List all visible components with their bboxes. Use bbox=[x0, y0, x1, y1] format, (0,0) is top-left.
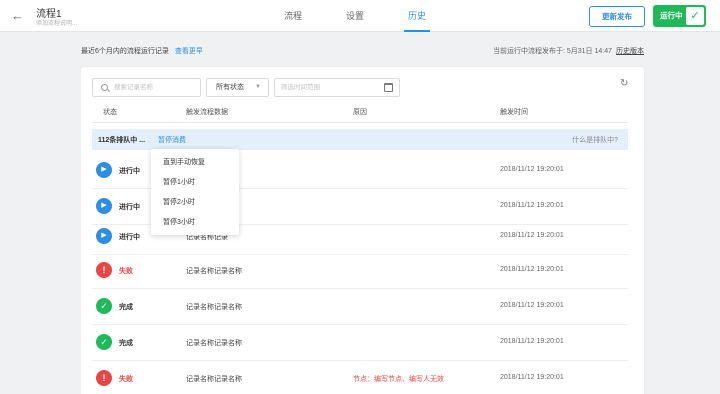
refresh-icon[interactable]: ↻ bbox=[620, 78, 628, 89]
column-header-trigger-data: 触发流程数据 bbox=[186, 109, 228, 116]
calendar-icon[interactable] bbox=[384, 83, 393, 92]
top-bar: ← 流程1 添加流程说明... 流程 设置 历史 更新发布 运行中 ✓ bbox=[0, 0, 720, 32]
trigger-data: 记录名称记录名称 bbox=[186, 376, 242, 383]
status-label: 进行中 bbox=[119, 204, 140, 211]
check-circle-icon: ✓ bbox=[96, 298, 112, 314]
tab-bar: 流程 设置 历史 bbox=[280, 0, 431, 32]
trigger-time: 2018/11/12 19:20:01 bbox=[500, 302, 564, 309]
chevron-down-icon: ▼ bbox=[255, 84, 261, 90]
records-info-text: 最近6个月内的流程运行记录 bbox=[81, 48, 169, 55]
publish-info-text: 当前运行中流程发布于: 5月31日 14:47 bbox=[492, 48, 612, 55]
date-range-picker[interactable] bbox=[274, 78, 400, 97]
table-row[interactable]: ✓ 完成 记录名称记录名称 2018/11/12 19:20:01 bbox=[92, 325, 628, 361]
records-info: 最近6个月内的流程运行记录 查看更早 bbox=[81, 46, 203, 56]
menu-item-until-manual-resume[interactable]: 直到手动恢复 bbox=[151, 153, 239, 173]
status-label: 失败 bbox=[119, 376, 133, 383]
trigger-time: 2018/11/12 19:20:01 bbox=[500, 338, 564, 345]
play-icon: ▶ bbox=[96, 228, 112, 244]
update-publish-button[interactable]: 更新发布 bbox=[589, 6, 645, 27]
check-circle-icon: ✓ bbox=[96, 334, 112, 350]
publish-info: 当前运行中流程发布于: 5月31日 14:47 历史版本 bbox=[493, 46, 644, 56]
status-label: 完成 bbox=[119, 304, 133, 311]
flow-description[interactable]: 添加流程说明... bbox=[36, 18, 77, 27]
toggle-label: 运行中 bbox=[660, 11, 683, 20]
status-label: 进行中 bbox=[119, 234, 140, 241]
warning-icon: ! bbox=[96, 370, 112, 386]
date-range-input[interactable] bbox=[281, 81, 371, 94]
status-label: 失败 bbox=[119, 268, 133, 275]
trigger-data: 记录名称记录名称 bbox=[186, 304, 242, 311]
status-select[interactable]: 所有状态 ▼ bbox=[206, 78, 269, 97]
trigger-time: 2018/11/12 19:20:01 bbox=[500, 166, 564, 173]
menu-item-pause-2h[interactable]: 暂停2小时 bbox=[151, 193, 239, 213]
trigger-data: 记录名称记录名称 bbox=[186, 340, 242, 347]
status-label: 完成 bbox=[119, 340, 133, 347]
trigger-time: 2018/11/12 19:20:01 bbox=[500, 266, 564, 273]
status-label: 进行中 bbox=[119, 168, 140, 175]
trigger-time: 2018/11/12 19:20:01 bbox=[500, 374, 564, 381]
pause-options-menu: 直到手动恢复 暂停1小时 暂停2小时 暂停3小时 bbox=[151, 149, 239, 235]
table-row[interactable]: ! 失败 记录名称记录名称 2018/11/12 19:20:01 bbox=[92, 253, 628, 289]
trigger-time: 2018/11/12 19:20:01 bbox=[500, 232, 564, 239]
search-box bbox=[92, 78, 201, 97]
status-select-value: 所有状态 bbox=[216, 84, 244, 91]
table-header: 状态 触发流程数据 原因 触发时间 bbox=[92, 101, 628, 123]
trigger-time: 2018/11/12 19:20:01 bbox=[500, 202, 564, 209]
queue-count: 112条排队中 ... bbox=[98, 137, 146, 144]
failure-reason: 节点：编写节点、编写人无效 bbox=[353, 376, 444, 383]
running-toggle[interactable]: 运行中 ✓ bbox=[653, 5, 706, 27]
column-header-reason: 原因 bbox=[353, 109, 367, 116]
table-row[interactable]: ! 失败 记录名称记录名称 节点：编写节点、编写人无效 2018/11/12 1… bbox=[92, 361, 628, 394]
trigger-data: 记录名称记录名称 bbox=[186, 268, 242, 275]
tab-history[interactable]: 历史 bbox=[404, 0, 431, 32]
menu-item-pause-3h[interactable]: 暂停3小时 bbox=[151, 213, 239, 233]
column-header-trigger-time: 触发时间 bbox=[500, 109, 528, 116]
play-icon: ▶ bbox=[96, 162, 112, 178]
history-versions-link[interactable]: 历史版本 bbox=[616, 48, 644, 55]
search-input[interactable] bbox=[114, 81, 198, 94]
queue-help-link[interactable]: 什么是排队中? bbox=[572, 135, 618, 145]
view-earlier-link[interactable]: 查看更早 bbox=[175, 48, 203, 55]
menu-item-pause-1h[interactable]: 暂停1小时 bbox=[151, 173, 239, 193]
table-row[interactable]: ✓ 完成 记录名称记录名称 2018/11/12 19:20:01 bbox=[92, 289, 628, 325]
arrow-left-icon[interactable]: ← bbox=[11, 9, 24, 22]
pause-consume-button[interactable]: 暂停消费 bbox=[158, 135, 186, 145]
tab-settings[interactable]: 设置 bbox=[342, 0, 368, 32]
check-icon: ✓ bbox=[686, 7, 704, 25]
search-icon bbox=[101, 84, 108, 91]
column-header-status: 状态 bbox=[103, 109, 117, 116]
queue-row: 112条排队中 ... 暂停消费 什么是排队中? bbox=[92, 129, 628, 150]
play-icon: ▶ bbox=[96, 198, 112, 214]
tab-flow[interactable]: 流程 bbox=[280, 0, 306, 32]
warning-icon: ! bbox=[96, 262, 112, 278]
